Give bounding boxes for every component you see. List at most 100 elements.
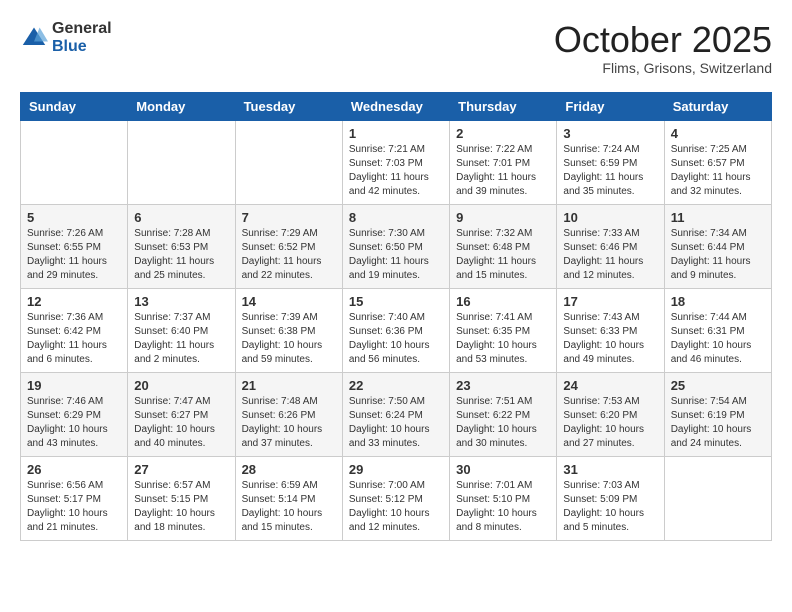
- day-info: Sunrise: 7:48 AM Sunset: 6:26 PM Dayligh…: [242, 395, 336, 451]
- day-info: Sunrise: 6:59 AM Sunset: 5:14 PM Dayligh…: [242, 479, 336, 535]
- day-number: 20: [134, 378, 228, 393]
- calendar-cell: [235, 120, 342, 204]
- day-number: 27: [134, 462, 228, 477]
- day-info: Sunrise: 7:33 AM Sunset: 6:46 PM Dayligh…: [563, 227, 657, 283]
- day-info: Sunrise: 7:30 AM Sunset: 6:50 PM Dayligh…: [349, 227, 443, 283]
- day-number: 28: [242, 462, 336, 477]
- calendar-cell: 20Sunrise: 7:47 AM Sunset: 6:27 PM Dayli…: [128, 372, 235, 456]
- day-number: 9: [456, 210, 550, 225]
- day-number: 5: [27, 210, 121, 225]
- day-number: 15: [349, 294, 443, 309]
- calendar-cell: 12 Sunrise: 7:36 AM Sunset: 6:42 PM Dayli…: [21, 288, 128, 372]
- calendar-cell: 18Sunrise: 7:44 AM Sunset: 6:31 PM Dayli…: [664, 288, 771, 372]
- month-title: October 2025: [554, 20, 772, 60]
- day-number: 22: [349, 378, 443, 393]
- calendar-cell: 21 Sunrise: 7:48 AM Sunset: 6:26 PM Dayli…: [235, 372, 342, 456]
- calendar-cell: 31 Sunrise: 7:03 AM Sunset: 5:09 PM Dayli…: [557, 456, 664, 540]
- day-info: Sunrise: 7:25 AM Sunset: 6:57 PM Dayligh…: [671, 143, 765, 199]
- calendar-row: 19 Sunrise: 7:46 AM Sunset: 6:29 PM Dayli…: [21, 372, 772, 456]
- calendar-cell: 11Sunrise: 7:34 AM Sunset: 6:44 PM Dayli…: [664, 204, 771, 288]
- day-number: 24: [563, 378, 657, 393]
- calendar-row: 1Sunrise: 7:21 AM Sunset: 7:03 PM Daylig…: [21, 120, 772, 204]
- day-number: 30: [456, 462, 550, 477]
- calendar-row: 26 Sunrise: 6:56 AM Sunset: 5:17 PM Dayli…: [21, 456, 772, 540]
- day-info: Sunrise: 7:44 AM Sunset: 6:31 PM Dayligh…: [671, 311, 765, 367]
- weekday-header: Saturday: [664, 92, 771, 120]
- weekday-header: Friday: [557, 92, 664, 120]
- day-number: 19: [27, 378, 121, 393]
- day-number: 16: [456, 294, 550, 309]
- logo-general: General: [52, 20, 112, 37]
- day-info: Sunrise: 7:41 AM Sunset: 6:35 PM Dayligh…: [456, 311, 550, 367]
- calendar-cell: 10 Sunrise: 7:33 AM Sunset: 6:46 PM Dayli…: [557, 204, 664, 288]
- day-info: Sunrise: 7:43 AM Sunset: 6:33 PM Dayligh…: [563, 311, 657, 367]
- day-info: Sunrise: 7:29 AM Sunset: 6:52 PM Dayligh…: [242, 227, 336, 283]
- calendar-cell: [664, 456, 771, 540]
- calendar-cell: 14 Sunrise: 7:39 AM Sunset: 6:38 PM Dayli…: [235, 288, 342, 372]
- calendar-cell: 27 Sunrise: 6:57 AM Sunset: 5:15 PM Dayli…: [128, 456, 235, 540]
- day-info: Sunrise: 7:00 AM Sunset: 5:12 PM Dayligh…: [349, 479, 443, 535]
- calendar-cell: 13 Sunrise: 7:37 AM Sunset: 6:40 PM Dayli…: [128, 288, 235, 372]
- day-info: Sunrise: 7:01 AM Sunset: 5:10 PM Dayligh…: [456, 479, 550, 535]
- calendar-cell: 24 Sunrise: 7:53 AM Sunset: 6:20 PM Dayli…: [557, 372, 664, 456]
- calendar-cell: 3Sunrise: 7:24 AM Sunset: 6:59 PM Daylig…: [557, 120, 664, 204]
- weekday-header: Sunday: [21, 92, 128, 120]
- day-info: Sunrise: 7:50 AM Sunset: 6:24 PM Dayligh…: [349, 395, 443, 451]
- calendar-cell: 7 Sunrise: 7:29 AM Sunset: 6:52 PM Daylig…: [235, 204, 342, 288]
- day-info: Sunrise: 7:36 AM Sunset: 6:42 PM Dayligh…: [27, 311, 121, 367]
- day-info: Sunrise: 7:28 AM Sunset: 6:53 PM Dayligh…: [134, 227, 228, 283]
- day-number: 26: [27, 462, 121, 477]
- day-number: 14: [242, 294, 336, 309]
- day-info: Sunrise: 6:56 AM Sunset: 5:17 PM Dayligh…: [27, 479, 121, 535]
- calendar-cell: 5 Sunrise: 7:26 AM Sunset: 6:55 PM Daylig…: [21, 204, 128, 288]
- logo: General Blue: [20, 20, 112, 55]
- day-info: Sunrise: 7:22 AM Sunset: 7:01 PM Dayligh…: [456, 143, 550, 199]
- day-info: Sunrise: 7:54 AM Sunset: 6:19 PM Dayligh…: [671, 395, 765, 451]
- day-info: Sunrise: 7:37 AM Sunset: 6:40 PM Dayligh…: [134, 311, 228, 367]
- day-info: Sunrise: 7:40 AM Sunset: 6:36 PM Dayligh…: [349, 311, 443, 367]
- weekday-header: Thursday: [450, 92, 557, 120]
- calendar-header-row: SundayMondayTuesdayWednesdayThursdayFrid…: [21, 92, 772, 120]
- day-info: Sunrise: 7:39 AM Sunset: 6:38 PM Dayligh…: [242, 311, 336, 367]
- calendar-cell: 26 Sunrise: 6:56 AM Sunset: 5:17 PM Dayli…: [21, 456, 128, 540]
- location-subtitle: Flims, Grisons, Switzerland: [554, 60, 772, 76]
- calendar-row: 12 Sunrise: 7:36 AM Sunset: 6:42 PM Dayli…: [21, 288, 772, 372]
- day-info: Sunrise: 7:46 AM Sunset: 6:29 PM Dayligh…: [27, 395, 121, 451]
- day-info: Sunrise: 7:26 AM Sunset: 6:55 PM Dayligh…: [27, 227, 121, 283]
- calendar-cell: 19 Sunrise: 7:46 AM Sunset: 6:29 PM Dayli…: [21, 372, 128, 456]
- day-number: 12: [27, 294, 121, 309]
- calendar-table: SundayMondayTuesdayWednesdayThursdayFrid…: [20, 92, 772, 541]
- day-info: Sunrise: 7:32 AM Sunset: 6:48 PM Dayligh…: [456, 227, 550, 283]
- title-block: October 2025 Flims, Grisons, Switzerland: [554, 20, 772, 76]
- day-number: 4: [671, 126, 765, 141]
- calendar-cell: [128, 120, 235, 204]
- calendar-cell: 25 Sunrise: 7:54 AM Sunset: 6:19 PM Dayli…: [664, 372, 771, 456]
- day-number: 2: [456, 126, 550, 141]
- day-info: Sunrise: 7:21 AM Sunset: 7:03 PM Dayligh…: [349, 143, 443, 199]
- day-info: Sunrise: 7:51 AM Sunset: 6:22 PM Dayligh…: [456, 395, 550, 451]
- page-header: General Blue October 2025 Flims, Grisons…: [20, 20, 772, 76]
- calendar-cell: 4 Sunrise: 7:25 AM Sunset: 6:57 PM Daylig…: [664, 120, 771, 204]
- day-number: 31: [563, 462, 657, 477]
- day-number: 7: [242, 210, 336, 225]
- day-number: 25: [671, 378, 765, 393]
- day-info: Sunrise: 7:53 AM Sunset: 6:20 PM Dayligh…: [563, 395, 657, 451]
- calendar-cell: 23 Sunrise: 7:51 AM Sunset: 6:22 PM Dayli…: [450, 372, 557, 456]
- weekday-header: Tuesday: [235, 92, 342, 120]
- day-number: 13: [134, 294, 228, 309]
- day-number: 21: [242, 378, 336, 393]
- calendar-cell: 22 Sunrise: 7:50 AM Sunset: 6:24 PM Dayli…: [342, 372, 449, 456]
- calendar-cell: 17 Sunrise: 7:43 AM Sunset: 6:33 PM Dayli…: [557, 288, 664, 372]
- day-number: 23: [456, 378, 550, 393]
- logo-text: General Blue: [52, 20, 112, 55]
- day-info: Sunrise: 7:24 AM Sunset: 6:59 PM Dayligh…: [563, 143, 657, 199]
- day-info: Sunrise: 6:57 AM Sunset: 5:15 PM Dayligh…: [134, 479, 228, 535]
- calendar-cell: 6Sunrise: 7:28 AM Sunset: 6:53 PM Daylig…: [128, 204, 235, 288]
- day-number: 10: [563, 210, 657, 225]
- day-info: Sunrise: 7:03 AM Sunset: 5:09 PM Dayligh…: [563, 479, 657, 535]
- day-number: 8: [349, 210, 443, 225]
- day-number: 29: [349, 462, 443, 477]
- day-number: 17: [563, 294, 657, 309]
- calendar-cell: 30 Sunrise: 7:01 AM Sunset: 5:10 PM Dayli…: [450, 456, 557, 540]
- logo-blue: Blue: [52, 38, 87, 55]
